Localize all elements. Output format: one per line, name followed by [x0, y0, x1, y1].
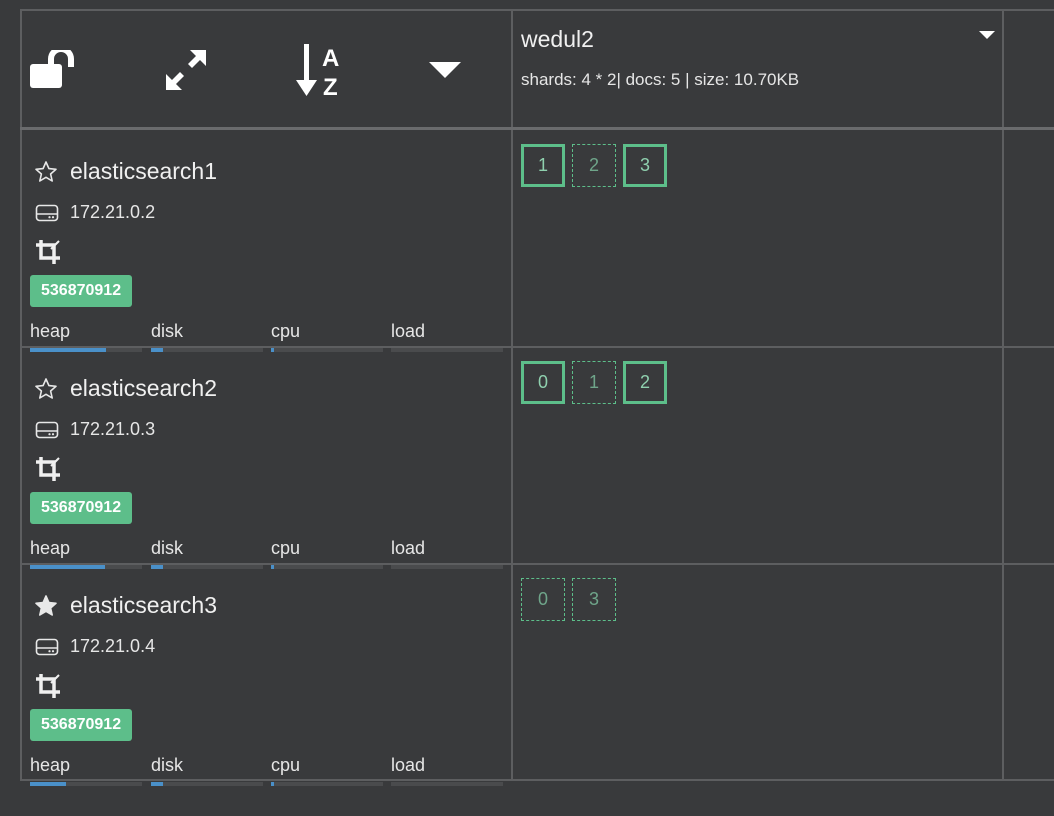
metric-bar [271, 782, 383, 786]
metric-label: heap [30, 755, 71, 775]
metric-bar [151, 782, 263, 786]
node-row: elasticsearch1 172.21.0.2 536870912 heap dis… [22, 144, 510, 352]
metric-load: load [391, 321, 503, 352]
metric-heap: heap [30, 538, 142, 569]
metric-bar [391, 348, 503, 352]
hard-drive-icon [35, 421, 59, 444]
grid-line [511, 9, 513, 781]
index-stats: shards: 4 * 2| docs: 5 | size: 10.70KB [521, 70, 800, 89]
metric-label: cpu [271, 538, 301, 558]
shard-primary[interactable]: 2 [623, 361, 667, 404]
grid-line [20, 9, 1054, 11]
shard-primary[interactable]: 1 [521, 144, 565, 187]
crop-icon [35, 673, 61, 704]
star-outline-icon [34, 160, 58, 189]
metric-disk: disk [151, 538, 263, 569]
metric-bar [30, 782, 142, 786]
metric-bar-fill [271, 782, 275, 786]
shard-replica[interactable]: 3 [572, 578, 616, 621]
metric-cpu: cpu [271, 538, 383, 569]
metric-label: disk [151, 538, 184, 558]
svg-text:A: A [322, 45, 339, 72]
star-outline-icon [34, 377, 58, 406]
metric-bar-fill [30, 565, 106, 569]
metric-label: cpu [271, 321, 301, 341]
metric-label: load [391, 538, 426, 558]
metric-disk: disk [151, 755, 263, 786]
crop-icon [35, 456, 61, 487]
metric-bar-fill [30, 782, 66, 786]
metric-bar [151, 348, 263, 352]
shard-replica[interactable]: 1 [572, 361, 616, 404]
unlock-icon[interactable] [29, 46, 81, 95]
node-row: elasticsearch3 172.21.0.4 536870912 heap dis… [22, 578, 510, 786]
metric-bar [271, 565, 383, 569]
metric-cpu: cpu [271, 755, 383, 786]
grid-line [20, 779, 1054, 781]
caret-down-icon[interactable] [428, 60, 462, 85]
metric-bar-fill [271, 565, 275, 569]
metric-disk: disk [151, 321, 263, 352]
metric-bar-fill [271, 348, 275, 352]
shard-primary[interactable]: 3 [623, 144, 667, 187]
metric-bar [391, 565, 503, 569]
grid-line [20, 127, 1054, 130]
hard-drive-icon [35, 204, 59, 227]
metric-bar-fill [151, 782, 164, 786]
expand-icon[interactable] [162, 46, 210, 99]
metric-bar-fill [151, 565, 164, 569]
metric-load: load [391, 538, 503, 569]
node-row: elasticsearch2 172.21.0.3 536870912 heap dis… [22, 361, 510, 569]
node-name[interactable]: elasticsearch3 [70, 592, 217, 619]
metric-label: heap [30, 321, 71, 341]
sort-alpha-icon[interactable]: A Z [296, 42, 348, 103]
index-name[interactable]: wedul2 [521, 26, 594, 53]
metric-label: disk [151, 321, 184, 341]
metric-label: load [391, 755, 426, 775]
metric-bar [30, 348, 142, 352]
node-badge: 536870912 [30, 709, 133, 741]
metric-cpu: cpu [271, 321, 383, 352]
shard-replica[interactable]: 0 [521, 578, 565, 621]
metric-label: cpu [271, 755, 301, 775]
crop-icon [35, 239, 61, 270]
metric-bar [271, 348, 383, 352]
metric-label: disk [151, 755, 184, 775]
grid-line [1002, 9, 1004, 781]
metric-heap: heap [30, 321, 142, 352]
metric-label: load [391, 321, 426, 341]
shard-primary[interactable]: 0 [521, 361, 565, 404]
metric-bar [30, 565, 142, 569]
node-ip: 172.21.0.2 [70, 202, 156, 222]
metric-bar [151, 565, 263, 569]
metric-load: load [391, 755, 503, 786]
node-name[interactable]: elasticsearch1 [70, 158, 217, 185]
metric-bar [391, 782, 503, 786]
node-name[interactable]: elasticsearch2 [70, 375, 217, 402]
node-badge: 536870912 [30, 492, 133, 524]
node-ip: 172.21.0.3 [70, 419, 156, 439]
metric-heap: heap [30, 755, 142, 786]
svg-text:Z: Z [323, 74, 338, 98]
metric-bar-fill [30, 348, 107, 352]
shard-replica[interactable]: 2 [572, 144, 616, 187]
node-badge: 536870912 [30, 275, 133, 307]
metric-bar-fill [151, 348, 164, 352]
star-filled-icon [34, 594, 58, 623]
node-ip: 172.21.0.4 [70, 636, 156, 656]
metric-label: heap [30, 538, 71, 558]
hard-drive-icon [35, 638, 59, 661]
index-menu-caret-icon[interactable] [978, 28, 996, 46]
